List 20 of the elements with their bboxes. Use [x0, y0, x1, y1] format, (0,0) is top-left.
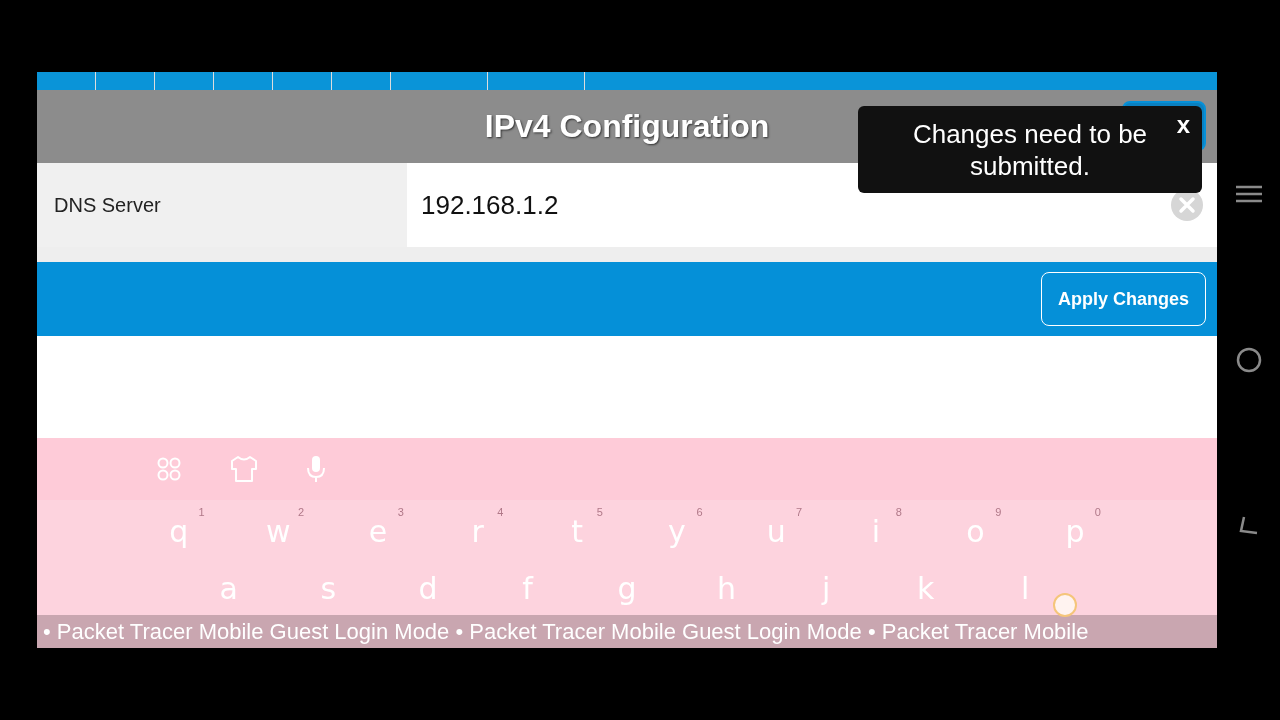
key-hint: 2: [298, 506, 305, 518]
toast-message: Changes need to be submitted.: [911, 117, 1149, 182]
key-hint: 3: [397, 506, 404, 518]
key-hint: 0: [1094, 506, 1101, 518]
guest-mode-banner: • Packet Tracer Mobile Guest Login Mode • Packet Tracer Mobile Guest Login Mode • Packet Tracer Mobile: [37, 615, 1217, 648]
touch-indicator-icon: [1053, 593, 1077, 617]
key-hint: 5: [596, 506, 603, 518]
key-hint: 4: [497, 506, 504, 518]
close-button[interactable]: x: [1170, 110, 1196, 140]
key-hint: 9: [995, 506, 1002, 518]
menu-icon[interactable]: [1235, 184, 1262, 204]
key-hint: 7: [796, 506, 803, 518]
home-icon[interactable]: [1235, 346, 1262, 373]
apply-button[interactable]: Apply Changes: [1040, 272, 1206, 326]
key-hint: 8: [895, 506, 902, 518]
dialog-title: IPv4 Configuration: [484, 108, 770, 145]
key-hint: 1: [198, 506, 205, 518]
back-icon[interactable]: [1237, 515, 1260, 535]
key-hint: 6: [696, 506, 703, 518]
field-label: DNS Server: [37, 163, 407, 247]
